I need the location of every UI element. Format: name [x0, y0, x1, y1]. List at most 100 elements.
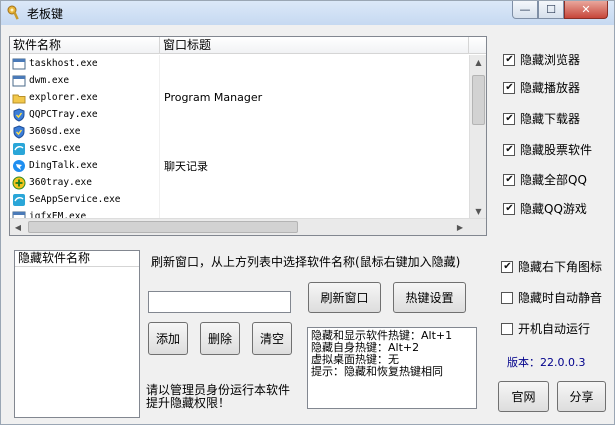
process-name-cell[interactable]: QQPCTray.exe	[10, 106, 160, 123]
vertical-scrollbar[interactable]: ▲ ▼	[469, 55, 486, 220]
hide-stock-checkbox[interactable]: 隐藏股票软件	[503, 141, 592, 158]
clear-button[interactable]: 清空	[252, 322, 292, 355]
software-name-input[interactable]	[148, 291, 291, 313]
horizontal-scroll-thumb[interactable]	[28, 221, 298, 233]
hide-downloader-label: 隐藏下载器	[520, 112, 581, 126]
process-list-header: 软件名称 窗口标题	[10, 37, 486, 54]
hide-tray-icon-checkbox[interactable]: 隐藏右下角图标	[501, 258, 602, 275]
checkbox-checked-icon[interactable]	[503, 173, 515, 186]
folder-icon	[12, 94, 26, 103]
process-name-cell[interactable]: explorer.exe	[10, 89, 160, 106]
process-row[interactable]: sesvc.exe	[10, 140, 469, 157]
scroll-right-arrow-icon[interactable]: ▶	[452, 219, 468, 236]
window-title: 老板键	[27, 7, 64, 21]
process-list[interactable]: 软件名称 窗口标题 taskhost.exe dwm.exe explorer.ex…	[9, 36, 487, 236]
process-row[interactable]: DingTalk.exe 聊天记录	[10, 157, 469, 174]
shield-icon	[13, 107, 25, 122]
process-row[interactable]: 360sd.exe	[10, 123, 469, 140]
refresh-button[interactable]: 刷新窗口	[308, 282, 381, 313]
process-name: dwm.exe	[29, 75, 70, 86]
process-row[interactable]: explorer.exe Program Manager	[10, 89, 469, 106]
admin-note-line: 提升隐藏权限！	[146, 396, 231, 410]
window-title-cell[interactable]: Program Manager	[160, 91, 469, 104]
vertical-scroll-thumb[interactable]	[472, 75, 485, 125]
window-app-icon	[12, 75, 26, 86]
delete-button[interactable]: 删除	[200, 322, 240, 355]
process-name-cell[interactable]: taskhost.exe	[10, 55, 160, 72]
scroll-left-arrow-icon[interactable]: ◀	[10, 219, 26, 236]
hide-tray-icon-label: 隐藏右下角图标	[518, 260, 603, 274]
hotkey-line: 提示：隐藏和恢复热键相同	[311, 365, 443, 378]
process-name-cell[interactable]: 360tray.exe	[10, 174, 160, 191]
process-name-cell[interactable]: 360sd.exe	[10, 123, 160, 140]
hide-stock-label: 隐藏股票软件	[520, 143, 593, 157]
hide-qq-games-label: 隐藏QQ游戏	[520, 202, 587, 216]
hidden-software-list[interactable]: 隐藏软件名称	[14, 250, 140, 418]
main-window: 老板键 — ☐ ✕ 软件名称 窗口标题 taskhost.exe dwm.exe e…	[0, 0, 615, 425]
hide-all-qq-label: 隐藏全部QQ	[520, 173, 587, 187]
website-button[interactable]: 官网	[498, 381, 549, 412]
hide-browser-label: 隐藏浏览器	[520, 53, 581, 67]
title-bar: 老板键 — ☐ ✕	[1, 1, 614, 25]
window-title-cell[interactable]: 聊天记录	[160, 158, 469, 174]
hide-all-qq-checkbox[interactable]: 隐藏全部QQ	[503, 171, 587, 188]
process-name: 360tray.exe	[29, 177, 92, 188]
checkbox-checked-icon[interactable]	[503, 81, 515, 94]
hotkey-settings-button[interactable]: 热键设置	[393, 282, 466, 313]
hide-downloader-checkbox[interactable]: 隐藏下载器	[503, 110, 580, 127]
checkbox-checked-icon[interactable]	[503, 53, 515, 66]
column-header-name[interactable]: 软件名称	[10, 37, 160, 53]
instructions-text: 刷新窗口，从上方列表中选择软件名称(鼠标右键加入隐藏)	[151, 255, 461, 269]
maximize-button[interactable]: ☐	[538, 1, 564, 19]
process-row[interactable]: taskhost.exe	[10, 55, 469, 72]
process-name: sesvc.exe	[29, 143, 81, 154]
process-row[interactable]: 360tray.exe	[10, 174, 469, 191]
checkbox-checked-icon[interactable]	[503, 202, 515, 215]
hide-player-checkbox[interactable]: 隐藏播放器	[503, 79, 580, 96]
process-name: explorer.exe	[29, 92, 98, 103]
close-button[interactable]: ✕	[564, 1, 608, 19]
checkbox-checked-icon[interactable]	[503, 112, 515, 125]
admin-note: 请以管理员身份运行本软件 提升隐藏权限！	[146, 384, 290, 410]
add-button[interactable]: 添加	[148, 322, 188, 355]
minimize-button[interactable]: —	[512, 1, 538, 19]
autostart-label: 开机自动运行	[518, 322, 591, 336]
version-label: 版本：22.0.0.3	[507, 356, 586, 369]
process-name-cell[interactable]: sesvc.exe	[10, 140, 160, 157]
autostart-checkbox[interactable]: 开机自动运行	[501, 320, 590, 337]
checkbox-checked-icon[interactable]	[501, 260, 513, 273]
process-name-cell[interactable]: dwm.exe	[10, 72, 160, 89]
process-row[interactable]: SeAppService.exe	[10, 191, 469, 208]
process-row[interactable]: QQPCTray.exe	[10, 106, 469, 123]
horizontal-scrollbar[interactable]: ◀ ▶	[10, 218, 486, 235]
process-name: 360sd.exe	[29, 126, 81, 137]
window-app-icon	[12, 58, 26, 69]
process-name: QQPCTray.exe	[29, 109, 98, 120]
column-header-title[interactable]: 窗口标题	[160, 37, 469, 53]
shield-icon	[13, 124, 25, 139]
process-name: SeAppService.exe	[29, 194, 121, 205]
checkbox-checked-icon[interactable]	[503, 143, 515, 156]
auto-mute-label: 隐藏时自动静音	[518, 291, 603, 305]
dingtalk-icon	[13, 159, 25, 172]
hide-browser-checkbox[interactable]: 隐藏浏览器	[503, 51, 580, 68]
hidden-list-header[interactable]: 隐藏软件名称	[15, 251, 139, 267]
process-name: DingTalk.exe	[29, 160, 98, 171]
process-name-cell[interactable]: SeAppService.exe	[10, 191, 160, 208]
hide-player-label: 隐藏播放器	[520, 81, 581, 95]
process-row[interactable]: dwm.exe	[10, 72, 469, 89]
app-key-icon	[7, 5, 19, 20]
hide-qq-games-checkbox[interactable]: 隐藏QQ游戏	[503, 200, 587, 217]
browser-icon	[13, 142, 25, 155]
process-name-cell[interactable]: DingTalk.exe	[10, 157, 160, 174]
share-button[interactable]: 分享	[557, 381, 606, 412]
hotkey-info-box: 隐藏和显示软件热键：Alt+1 隐藏自身热键：Alt+2 虚拟桌面热键：无 提示…	[307, 327, 477, 409]
browser-icon	[13, 193, 25, 206]
checkbox-unchecked-icon[interactable]	[501, 291, 513, 304]
process-name: taskhost.exe	[29, 58, 98, 69]
auto-mute-checkbox[interactable]: 隐藏时自动静音	[501, 289, 602, 306]
process-list-body: taskhost.exe dwm.exe explorer.exe Program M…	[10, 55, 469, 220]
checkbox-unchecked-icon[interactable]	[501, 322, 513, 335]
plus-circle-icon	[12, 176, 26, 189]
scroll-up-arrow-icon[interactable]: ▲	[470, 55, 487, 71]
